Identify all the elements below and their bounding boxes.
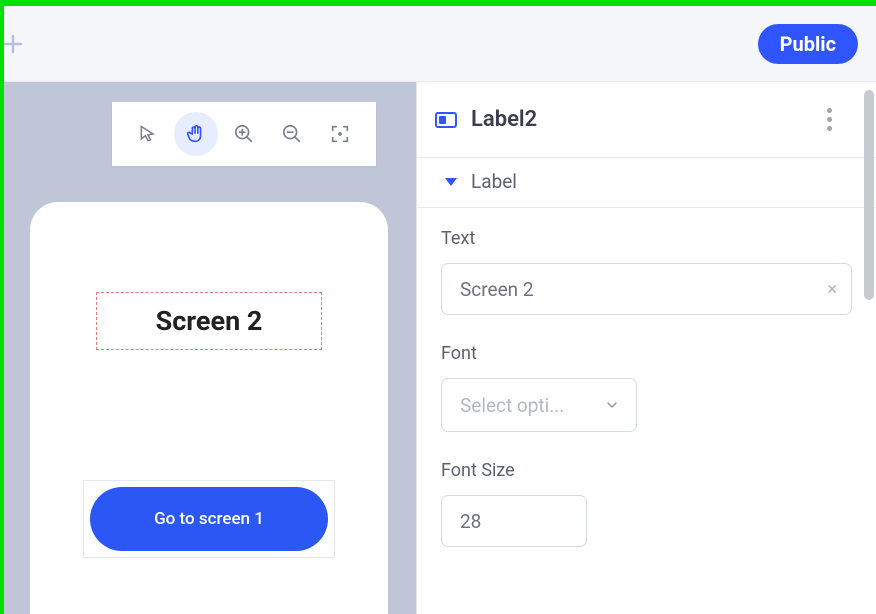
chevron-down-icon bbox=[604, 397, 620, 413]
text-input[interactable]: Screen 2 × bbox=[441, 263, 852, 315]
canvas-button-wrapper[interactable]: Go to screen 1 bbox=[83, 480, 335, 558]
properties-panel: Label2 Label Text Screen 2 × Font Select… bbox=[416, 82, 876, 614]
canvas-pane[interactable]: Screen 2 Go to screen 1 bbox=[4, 82, 416, 614]
font-select-placeholder: Select opti... bbox=[460, 394, 564, 417]
section-title: Label bbox=[471, 170, 517, 193]
clear-text-button[interactable]: × bbox=[827, 279, 837, 300]
font-size-value: 28 bbox=[460, 510, 481, 533]
prop-text-group: Text Screen 2 × bbox=[417, 208, 876, 323]
label-component-icon bbox=[435, 112, 457, 128]
scrollbar-thumb[interactable] bbox=[864, 90, 874, 300]
canvas-label-selected[interactable]: Screen 2 bbox=[96, 292, 322, 350]
prop-fontsize-group: Font Size 28 bbox=[417, 440, 876, 555]
caret-down-icon bbox=[445, 178, 457, 186]
font-size-input[interactable]: 28 bbox=[441, 495, 587, 547]
properties-header: Label2 bbox=[417, 82, 876, 157]
prop-label-font: Font bbox=[441, 343, 852, 364]
hand-tool-button[interactable] bbox=[174, 112, 218, 156]
canvas-toolbar bbox=[112, 102, 376, 166]
component-name: Label2 bbox=[471, 107, 537, 132]
zoom-out-button[interactable] bbox=[270, 112, 314, 156]
section-toggle-label[interactable]: Label bbox=[417, 157, 876, 208]
add-icon[interactable] bbox=[2, 33, 24, 55]
more-options-button[interactable] bbox=[823, 104, 836, 135]
cursor-tool-button[interactable] bbox=[126, 112, 170, 156]
zoom-in-button[interactable] bbox=[222, 112, 266, 156]
device-frame[interactable]: Screen 2 Go to screen 1 bbox=[30, 202, 388, 614]
public-button[interactable]: Public bbox=[758, 24, 858, 64]
canvas-go-to-screen-button[interactable]: Go to screen 1 bbox=[90, 487, 328, 551]
text-input-value: Screen 2 bbox=[460, 278, 534, 301]
font-select[interactable]: Select opti... bbox=[441, 378, 637, 432]
prop-label-text: Text bbox=[441, 228, 852, 249]
prop-label-fontsize: Font Size bbox=[441, 460, 852, 481]
prop-font-group: Font Select opti... bbox=[417, 323, 876, 440]
focus-tool-button[interactable] bbox=[318, 112, 362, 156]
top-bar: Public bbox=[4, 6, 876, 82]
